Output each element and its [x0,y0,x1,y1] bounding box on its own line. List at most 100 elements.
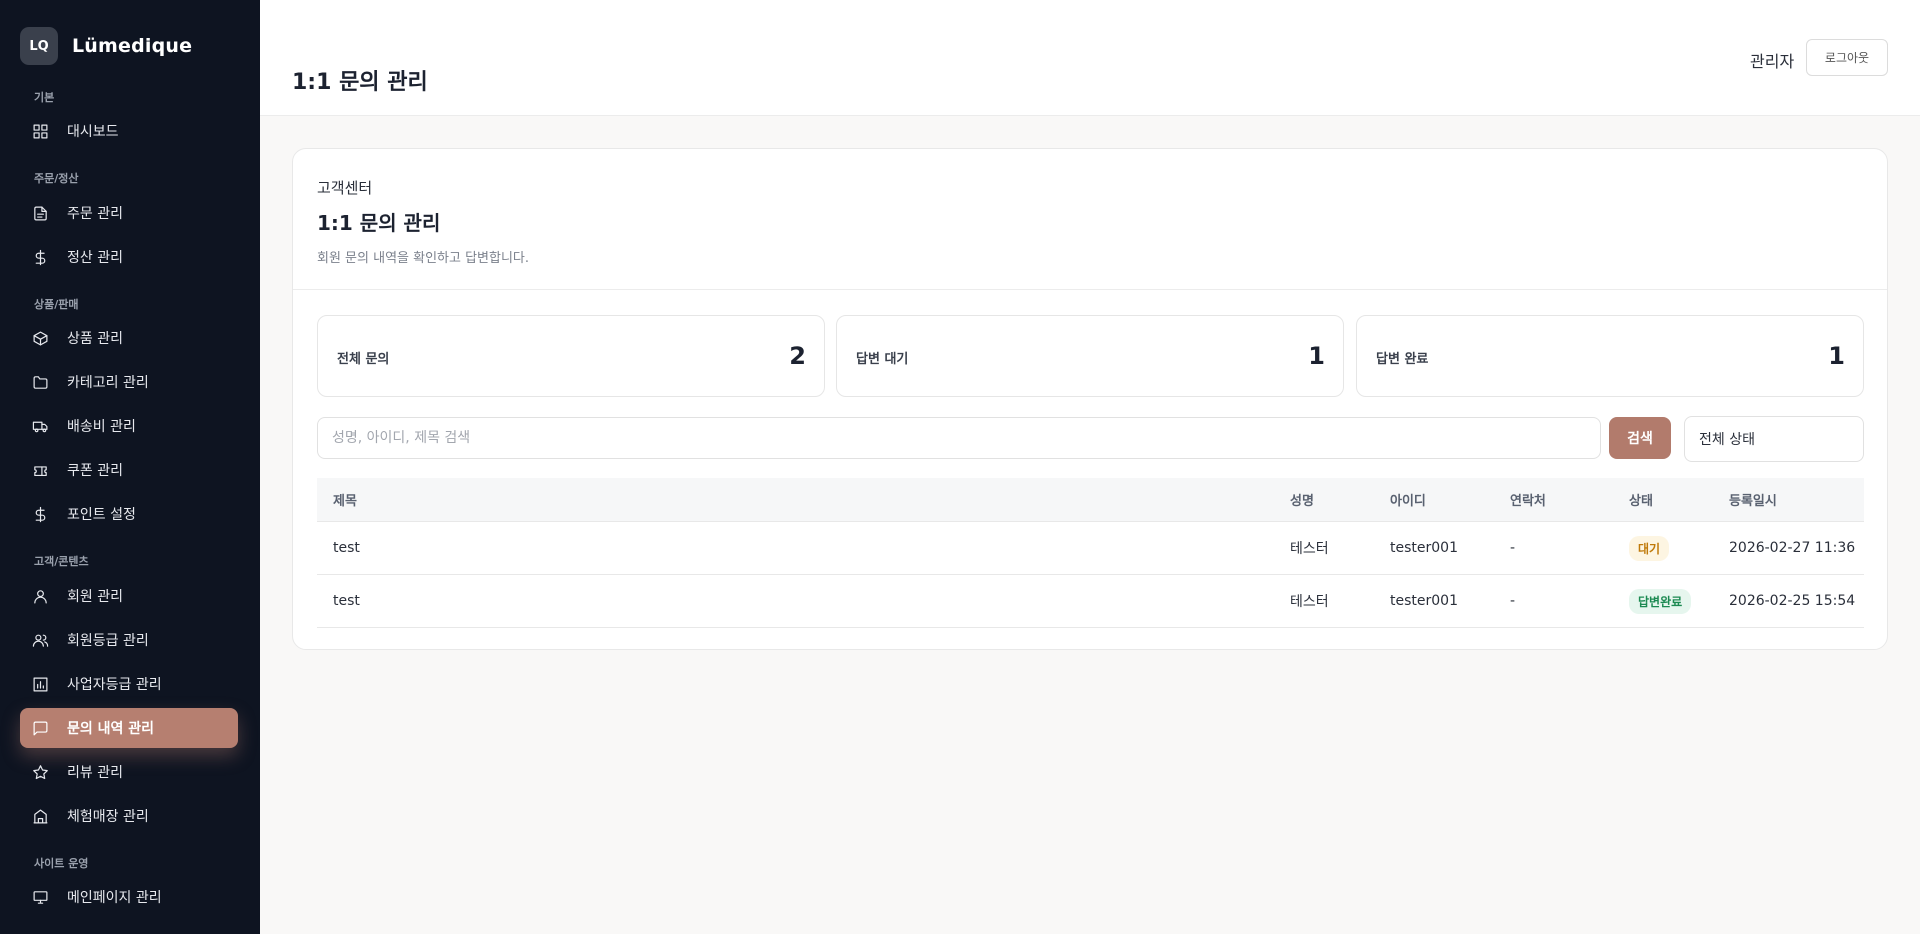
star-icon [33,764,48,779]
building-icon [33,809,48,823]
sidebar-item-inquiries[interactable]: 문의 내역 관리 [20,708,238,748]
brand[interactable]: LQ Lümedique [20,24,260,68]
sidebar-item-business-grades[interactable]: 사업자등급 관리 [20,664,238,704]
page-title: 1:1 문의 관리 [292,70,428,95]
row-status: 답변완료 [1629,575,1692,627]
table-row[interactable]: test 테스터 tester001 - 대기 2026-02-27 11:36 [317,522,1864,575]
sidebar: LQ Lümedique 기본 대시보드 주문/정산 주문 관리 정산 관리 상… [0,0,260,934]
sidebar-item-reviews[interactable]: 리뷰 관리 [20,752,238,792]
coupon-icon [34,465,47,476]
status-badge: 대기 [1629,535,1670,561]
user-icon [34,589,47,603]
row-id: tester001 [1390,540,1458,556]
sidebar-item-label: 주문 관리 [67,206,123,222]
sidebar-item-label: 문의 내역 관리 [67,721,155,737]
nav-section-site: 사이트 운영 [34,857,89,870]
header-title: 제목 [333,494,357,509]
logout-button[interactable]: 로그아웃 [1806,39,1888,76]
row-title[interactable]: test [333,575,360,627]
sidebar-item-settlement[interactable]: 정산 관리 [20,237,238,277]
row-id: tester001 [1390,593,1458,609]
header-status: 상태 [1629,494,1653,509]
sidebar-item-label: 배송비 관리 [67,419,136,435]
card-description: 회원 문의 내역을 확인하고 답변합니다. [317,251,530,266]
sidebar-item-shipping[interactable]: 배송비 관리 [20,406,238,446]
topbar: 1:1 문의 관리 관리자 로그아웃 [260,0,1920,116]
grid-icon [33,124,48,138]
sidebar-item-label: 포인트 설정 [67,507,136,523]
sidebar-item-label: 쿠폰 관리 [67,463,123,479]
sidebar-item-label: 리뷰 관리 [67,765,123,781]
users-icon [32,634,49,647]
message-icon [33,721,48,735]
bar-chart-icon [33,677,48,691]
status-filter-select[interactable]: 전체 상태 [1684,416,1864,462]
table-header: 제목 성명 아이디 연락처 상태 등록일시 [317,478,1864,522]
sidebar-item-label: 대시보드 [67,124,119,140]
stat-label: 답변 대기 [856,352,909,367]
card-header: 고객센터 1:1 문의 관리 회원 문의 내역을 확인하고 답변합니다. [293,149,1887,290]
nav-section-product: 상품/판매 [34,298,79,311]
inquiry-card: 고객센터 1:1 문의 관리 회원 문의 내역을 확인하고 답변합니다. 전체 … [292,148,1888,650]
sidebar-item-products[interactable]: 상품 관리 [20,318,238,358]
dollar-icon [35,506,46,522]
truck-icon [32,421,48,432]
sidebar-item-showrooms[interactable]: 체험매장 관리 [20,796,238,836]
row-phone: - [1510,593,1516,609]
box-icon [33,331,48,345]
row-phone: - [1510,540,1516,556]
stat-value: 2 [789,342,806,370]
sidebar-item-label: 상품 관리 [67,331,123,347]
sidebar-item-label: 메인페이지 관리 [67,890,162,906]
sidebar-item-points[interactable]: 포인트 설정 [20,494,238,534]
header-name: 성명 [1290,494,1314,509]
sidebar-item-dashboard[interactable]: 대시보드 [20,111,238,151]
search-input[interactable] [317,417,1601,459]
sidebar-item-label: 회원등급 관리 [67,633,149,649]
brand-logo: LQ [20,27,58,65]
row-status: 대기 [1629,522,1670,574]
header-id: 아이디 [1390,494,1426,509]
stat-pending: 답변 대기 1 [836,315,1344,397]
sidebar-item-members[interactable]: 회원 관리 [20,576,238,616]
admin-user-label: 관리자 [1750,52,1795,71]
stat-value: 1 [1308,342,1325,370]
status-filter-value: 전체 상태 [1699,432,1755,448]
header-phone: 연락처 [1510,494,1546,509]
nav-section-customer: 고객/콘텐츠 [34,555,89,568]
table-row[interactable]: test 테스터 tester001 - 답변완료 2026-02-25 15:… [317,575,1864,628]
brand-name: Lümedique [72,35,193,57]
sidebar-item-label: 정산 관리 [67,250,123,266]
header-date: 등록일시 [1729,494,1777,509]
folder-icon [33,375,48,389]
sidebar-item-label: 카테고리 관리 [67,375,149,391]
card-eyebrow: 고객센터 [317,179,373,197]
inquiry-table: 제목 성명 아이디 연락처 상태 등록일시 test 테스터 tester001… [317,478,1864,628]
row-date: 2026-02-25 15:54 [1729,593,1856,609]
row-date: 2026-02-27 11:36 [1729,540,1856,556]
sidebar-item-main-page[interactable]: 메인페이지 관리 [20,877,238,917]
stat-value: 1 [1828,342,1845,370]
stat-total: 전체 문의 2 [317,315,825,397]
monitor-icon [33,890,48,904]
sidebar-item-label: 사업자등급 관리 [67,677,162,693]
search-button[interactable]: 검색 [1609,417,1671,459]
stat-label: 답변 완료 [1376,352,1429,367]
sidebar-item-label: 회원 관리 [67,589,123,605]
nav-section-basic: 기본 [34,91,55,104]
sidebar-item-coupons[interactable]: 쿠폰 관리 [20,450,238,490]
row-name: 테스터 [1290,541,1329,557]
document-icon [34,206,47,220]
sidebar-item-member-grades[interactable]: 회원등급 관리 [20,620,238,660]
row-title[interactable]: test [333,522,360,574]
stat-answered: 답변 완료 1 [1356,315,1864,397]
nav-section-order: 주문/정산 [34,172,79,185]
status-badge: 답변완료 [1629,588,1692,614]
sidebar-item-categories[interactable]: 카테고리 관리 [20,362,238,402]
dollar-icon [35,249,46,265]
card-title: 1:1 문의 관리 [317,211,441,235]
sidebar-item-orders[interactable]: 주문 관리 [20,193,238,233]
row-name: 테스터 [1290,594,1329,610]
sidebar-item-label: 체험매장 관리 [67,809,149,825]
stat-label: 전체 문의 [337,352,390,367]
